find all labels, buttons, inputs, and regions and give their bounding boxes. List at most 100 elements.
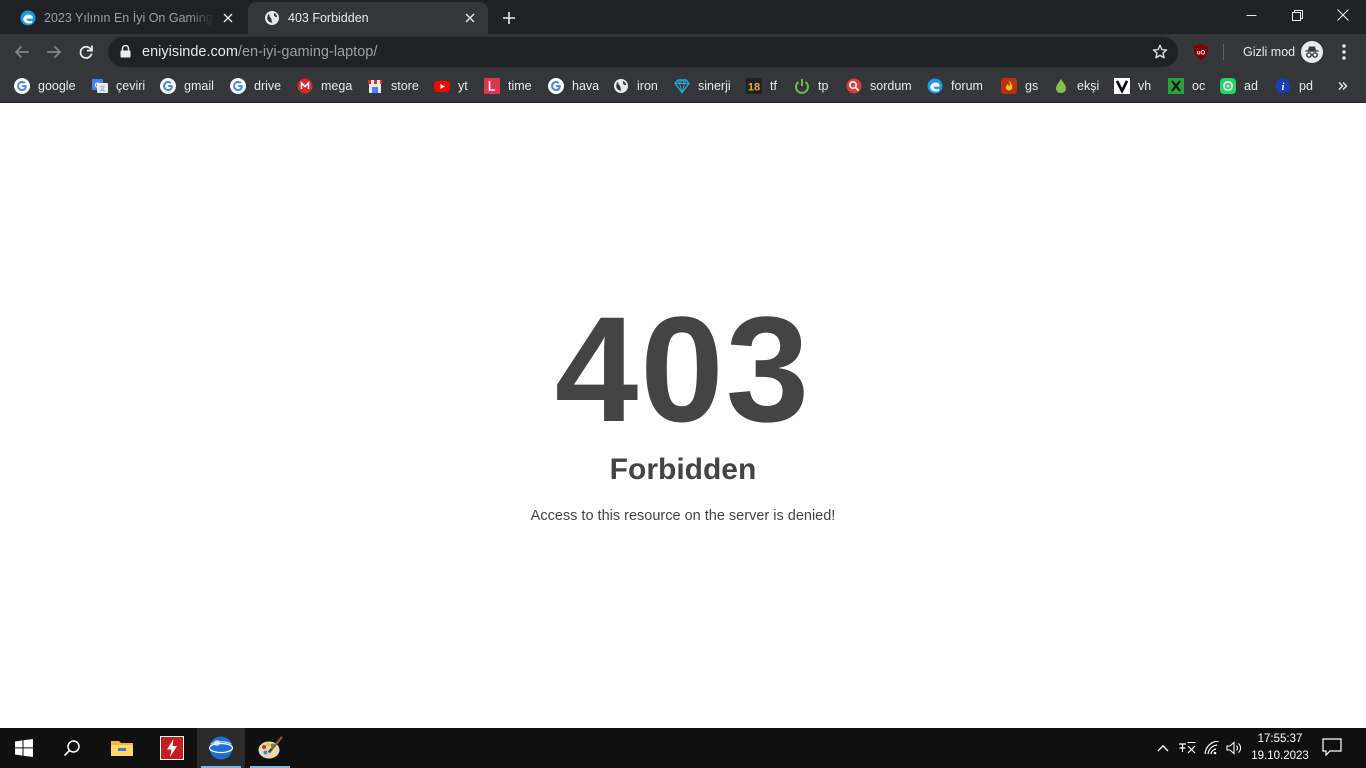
bookmark-label: yt [458, 79, 468, 93]
bookmark-label: ad [1244, 79, 1258, 93]
toolbar-divider [1223, 44, 1224, 60]
back-button[interactable] [8, 38, 36, 66]
drop-icon [1056, 79, 1066, 93]
bookmark-gs[interactable]: gs [1001, 76, 1038, 96]
pd-icon: i [1275, 78, 1291, 94]
flame-icon [1001, 78, 1017, 94]
tab-403-forbidden[interactable]: 403 Forbidden [248, 2, 488, 34]
bookmark-mega[interactable]: mega [297, 76, 352, 96]
bookmark-tf[interactable]: 18 tf [746, 76, 777, 96]
browser-tab-strip: 2023 Yılının En İyi On Gaming Notebook 4… [0, 0, 1366, 34]
notification-icon [1322, 738, 1342, 757]
bookmark-ceviri[interactable]: G文 çeviri [92, 76, 145, 96]
globe-icon [265, 11, 279, 25]
bookmarks-bar: google G文 çeviri gmail drive mega store … [0, 70, 1366, 103]
bookmark-star-icon[interactable] [1152, 44, 1168, 60]
error-title: Forbidden [609, 453, 757, 486]
bookmark-oc[interactable]: oc [1168, 76, 1205, 96]
reload-icon [79, 45, 93, 59]
restore-icon [1291, 9, 1303, 21]
bookmark-label: forum [951, 79, 983, 93]
lock-icon[interactable] [120, 45, 131, 58]
sordum-icon [846, 78, 862, 94]
bookmark-label: store [391, 79, 419, 93]
bookmark-time[interactable]: time [484, 76, 532, 96]
browser-app-button[interactable] [197, 728, 245, 768]
paint-icon [258, 736, 283, 759]
page-content: 403 Forbidden Access to this resource on… [0, 103, 1366, 728]
google-icon [230, 78, 246, 94]
bookmark-drive[interactable]: drive [230, 76, 281, 96]
bookmark-label: mega [321, 79, 353, 93]
bookmark-label: çeviri [116, 79, 146, 93]
svg-text:文: 文 [99, 85, 105, 93]
tab-gaming-notebook[interactable]: 2023 Yılının En İyi On Gaming Notebook [4, 2, 246, 34]
url-text[interactable]: eniyisinde.com/en-iyi-gaming-laptop/ [142, 44, 377, 60]
edge-style-icon [20, 10, 36, 26]
edge-style-icon [927, 78, 943, 94]
bookmark-ad[interactable]: ad [1220, 76, 1258, 96]
bookmarks-overflow-button[interactable] [1334, 76, 1352, 96]
notification-center-button[interactable] [1322, 738, 1344, 758]
restore-button[interactable] [1274, 0, 1320, 30]
bookmark-label: oc [1192, 79, 1206, 93]
close-window-button[interactable] [1320, 0, 1366, 30]
bookmark-label: tp [818, 79, 829, 93]
close-tab-icon[interactable] [462, 10, 478, 26]
bookmark-label: sinerji [698, 79, 731, 93]
file-explorer-button[interactable] [98, 728, 146, 768]
power-app-button[interactable] [148, 728, 196, 768]
bookmark-yt[interactable]: yt [434, 76, 468, 96]
search-button[interactable] [48, 728, 96, 768]
bookmark-label: hava [572, 79, 600, 93]
ublock-icon[interactable]: uO [1192, 43, 1210, 61]
volume-icon[interactable] [1225, 739, 1243, 757]
bookmark-pd[interactable]: i pd [1275, 76, 1313, 96]
system-clock[interactable]: 17:55:37 19.10.2023 [1246, 731, 1314, 765]
browser-globe-icon [208, 736, 234, 760]
bookmark-label: pd [1299, 79, 1313, 93]
new-tab-button[interactable] [498, 7, 520, 29]
tray-overflow-chevron-icon[interactable] [1154, 739, 1172, 757]
close-tab-icon[interactable] [220, 10, 236, 26]
lightning-icon [160, 736, 184, 760]
minimize-button[interactable] [1228, 0, 1274, 30]
error-code: 403 [554, 285, 812, 453]
bookmark-label: drive [254, 79, 282, 93]
address-bar[interactable]: eniyisinde.com/en-iyi-gaming-laptop/ [108, 37, 1178, 67]
store-icon [368, 80, 382, 93]
incognito-icon[interactable] [1301, 41, 1323, 63]
bookmark-label: iron [637, 79, 658, 93]
start-button[interactable] [0, 728, 48, 768]
bookmark-google[interactable]: google [14, 76, 76, 96]
bookmark-forum[interactable]: forum [927, 76, 983, 96]
incognito-label[interactable]: Gizli mod [1243, 45, 1295, 59]
bookmark-tp[interactable]: tp [794, 76, 828, 96]
windows-taskbar: 17:55:37 19.10.2023 [0, 728, 1366, 768]
clock-date: 19.10.2023 [1251, 750, 1309, 762]
bookmark-label: gs [1025, 79, 1039, 93]
bookmark-iron[interactable]: iron [613, 76, 658, 96]
bookmark-sordum[interactable]: sordum [846, 76, 912, 96]
browser-menu-button[interactable] [1334, 41, 1354, 63]
bookmark-label: vh [1138, 79, 1152, 93]
paint-app-button[interactable] [246, 728, 294, 768]
reload-button[interactable] [72, 38, 100, 66]
power-icon [795, 79, 809, 94]
bookmark-sinerji[interactable]: sinerji [674, 76, 731, 96]
input-method-icon[interactable] [1178, 739, 1196, 757]
chat-icon [1220, 78, 1236, 94]
bookmark-label: gmail [184, 79, 214, 93]
x-icon [1168, 78, 1184, 94]
bookmark-label: time [508, 79, 532, 93]
bookmark-eksi[interactable]: ekşi [1053, 76, 1099, 96]
bookmark-label: sordum [870, 79, 912, 93]
bookmark-vh[interactable]: vh [1114, 76, 1151, 96]
forward-button[interactable] [40, 38, 68, 66]
bookmark-gmail[interactable]: gmail [160, 76, 214, 96]
wifi-icon[interactable] [1203, 739, 1221, 757]
minimize-icon [1246, 14, 1256, 16]
bookmark-hava[interactable]: hava [548, 76, 599, 96]
arrow-right-icon [47, 45, 62, 59]
bookmark-store[interactable]: store [367, 76, 419, 96]
